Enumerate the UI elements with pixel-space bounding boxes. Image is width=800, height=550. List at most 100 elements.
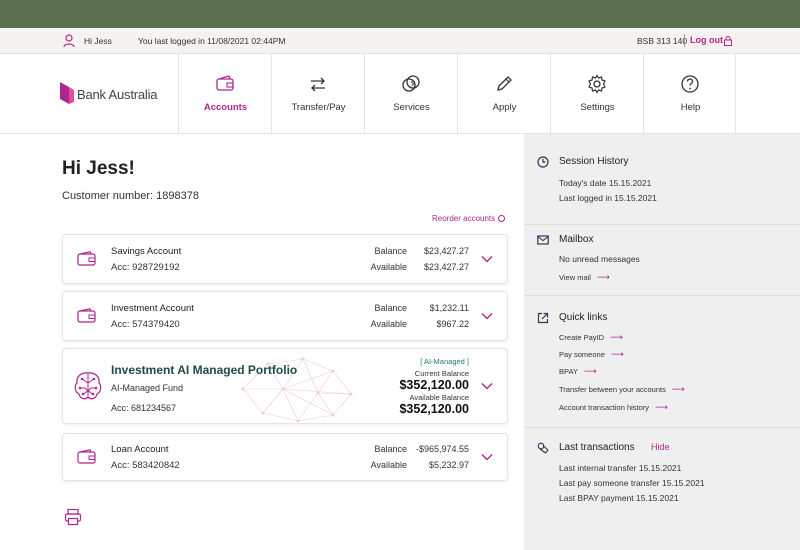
- nav-settings[interactable]: Settings: [550, 54, 643, 134]
- account-number: Acc: 681234567: [111, 403, 177, 413]
- lock-icon[interactable]: [724, 36, 732, 46]
- logo-mark-icon: [60, 82, 74, 104]
- top-band: [0, 0, 800, 28]
- portfolio-subtitle: AI-Managed Fund: [111, 383, 184, 393]
- transfer-arrows-icon: [311, 77, 325, 92]
- coins-icon: $: [402, 75, 420, 92]
- session-history-section: Session History Today's date 15.15.2021 …: [524, 134, 800, 226]
- account-card-investment[interactable]: Investment Account Acc: 574379420 Balanc…: [62, 291, 508, 341]
- section-title: Quick links: [559, 312, 608, 323]
- quick-link-transfer-between[interactable]: Transfer between your accounts ⟶: [559, 384, 685, 395]
- account-card-loan[interactable]: Loan Account Acc: 583420842 Balance -$96…: [62, 433, 508, 481]
- chevron-down-icon[interactable]: [481, 255, 493, 263]
- section-title: Session History: [559, 156, 629, 167]
- last-transaction-item: Last BPAY payment 15.15.2021: [559, 493, 679, 503]
- last-transactions-section: Last transactions Hide Last internal tra…: [524, 428, 800, 550]
- quick-link-label: Account transaction history: [559, 403, 650, 412]
- nav-label: Apply: [492, 102, 517, 113]
- arrow-right-icon: ⟶: [583, 366, 597, 376]
- quick-link-pay-someone[interactable]: Pay someone ⟶: [559, 349, 624, 360]
- quick-link-transaction-history[interactable]: Account transaction history ⟶: [559, 402, 668, 413]
- nav-label: Settings: [580, 102, 615, 113]
- page-title: Hi Jess!: [62, 158, 135, 179]
- nav-accounts[interactable]: Accounts: [178, 54, 271, 134]
- account-name: Investment Account: [111, 303, 194, 314]
- quick-link-bpay[interactable]: BPAY ⟶: [559, 366, 597, 377]
- account-card-savings[interactable]: Savings Account Acc: 928729192 Balance $…: [62, 234, 508, 284]
- view-mail-link[interactable]: View mail ⟶: [559, 272, 610, 283]
- bank-name: Bank Australia: [77, 87, 158, 102]
- transaction-icon: [537, 442, 549, 454]
- last-transaction-item: Last pay someone transfer 15.15.2021: [559, 478, 705, 488]
- mailbox-section: Mailbox No unread messages View mail ⟶: [524, 226, 800, 296]
- section-divider: [524, 224, 800, 225]
- nav-label: Transfer/Pay: [291, 102, 346, 113]
- balance-label: Balance: [374, 303, 407, 313]
- bsb-number: BSB 313 140: [637, 36, 688, 46]
- nav-apply[interactable]: Apply: [457, 54, 550, 134]
- neural-mesh-decoration: [241, 357, 353, 423]
- external-link-icon: [537, 312, 549, 324]
- hide-link[interactable]: Hide: [651, 442, 670, 452]
- account-number: Acc: 574379420: [111, 319, 180, 330]
- nav-help[interactable]: Help: [643, 54, 736, 134]
- quick-link-label: Transfer between your accounts: [559, 385, 666, 394]
- user-icon: [63, 34, 75, 48]
- mailbox-message: No unread messages: [559, 254, 640, 264]
- nav-services[interactable]: $ Services: [364, 54, 457, 134]
- arrow-right-icon: ⟶: [671, 384, 685, 394]
- view-mail-label: View mail: [559, 273, 591, 282]
- nav-transfer-pay[interactable]: Transfer/Pay: [271, 54, 364, 134]
- svg-text:$: $: [411, 80, 415, 88]
- ai-managed-badge: [ AI-Managed ]: [420, 357, 469, 366]
- current-balance-label: Current Balance: [414, 369, 469, 378]
- quick-link-create-payid[interactable]: Create PayID ⟶: [559, 332, 623, 343]
- quick-links-section: Quick links Create PayID ⟶ Pay someone ⟶ B…: [524, 296, 800, 426]
- nav-label: Services: [393, 102, 430, 113]
- user-greeting: Hi Jess: [84, 36, 112, 46]
- chevron-down-icon[interactable]: [481, 382, 493, 390]
- account-number: Acc: 583420842: [111, 460, 180, 471]
- last-transaction-item: Last internal transfer 15.15.2021: [559, 463, 682, 473]
- balance-value: -$965,974.55: [415, 444, 469, 454]
- available-value: $967.22: [436, 319, 469, 329]
- quick-link-label: Pay someone: [559, 350, 605, 359]
- userbar-separator: [684, 34, 685, 47]
- wallet-icon: [77, 251, 96, 266]
- account-name: Savings Account: [111, 246, 182, 257]
- sidebar: Session History Today's date 15.15.2021 …: [524, 134, 800, 550]
- gear-icon: [588, 74, 606, 94]
- arrow-right-icon: ⟶: [655, 402, 668, 412]
- chevron-down-icon[interactable]: [481, 453, 493, 461]
- reorder-icon: [498, 215, 506, 222]
- section-title: Last transactions: [559, 442, 635, 453]
- chevron-down-icon[interactable]: [481, 312, 493, 320]
- reorder-accounts-link[interactable]: Reorder accounts: [432, 214, 506, 223]
- account-name: Loan Account: [111, 444, 169, 455]
- current-balance-value: $352,120.00: [399, 378, 469, 392]
- available-label: Available: [370, 460, 407, 470]
- customer-number: Customer number: 1898378: [62, 190, 199, 202]
- user-bar: Hi Jess You last logged in 11/08/2021 02…: [0, 28, 800, 54]
- quick-link-label: Create PayID: [559, 333, 605, 342]
- nav-label: Accounts: [203, 102, 248, 113]
- logout-link[interactable]: Log out: [690, 35, 723, 45]
- available-label: Available: [370, 319, 407, 329]
- pencil-icon: [497, 76, 512, 91]
- available-label: Available: [370, 262, 407, 272]
- last-logged-in: Last logged in 15.15.2021: [559, 193, 657, 203]
- todays-date: Today's date 15.15.2021: [559, 178, 652, 188]
- account-card-ai-portfolio[interactable]: Investment AI Managed Portfolio AI-Manag…: [62, 348, 508, 424]
- balance-value: $23,427.27: [423, 246, 469, 256]
- balance-value: $1,232.11: [429, 303, 469, 313]
- account-number: Acc: 928729192: [111, 262, 180, 273]
- help-icon: [681, 75, 699, 93]
- main-content: Hi Jess! Customer number: 1898378 Reorde…: [0, 134, 524, 550]
- quick-link-label: BPAY: [559, 367, 578, 376]
- balance-label: Balance: [374, 444, 407, 454]
- balance-label: Balance: [374, 246, 407, 256]
- available-balance-label: Available Balance: [409, 393, 470, 402]
- printer-icon[interactable]: [64, 508, 82, 526]
- nav-label: Help: [680, 102, 701, 113]
- arrow-right-icon: ⟶: [610, 332, 623, 342]
